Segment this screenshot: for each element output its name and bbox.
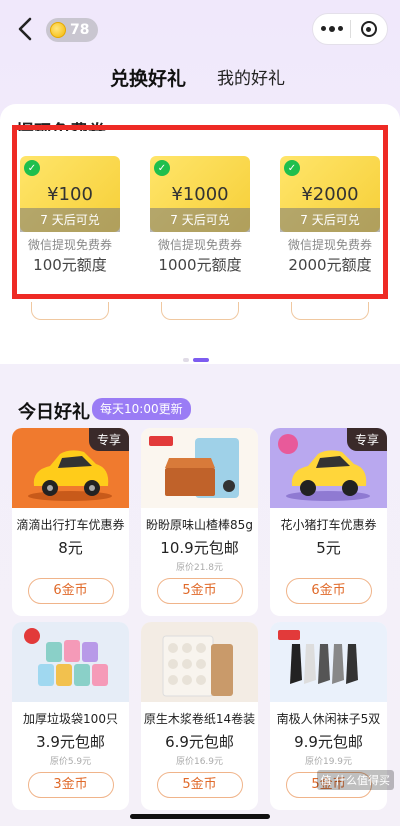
original-price: [12, 560, 129, 572]
coupon-amount: ¥2000: [301, 184, 359, 205]
snack-illustration: [149, 436, 239, 498]
toilet-paper-illustration: [162, 635, 233, 697]
product-title: 加厚垃圾袋100只: [23, 712, 118, 726]
wechat-icon: ✓: [154, 160, 170, 176]
pager-dot-active: [193, 358, 209, 362]
coupon-name: 微信提现免费券: [27, 238, 112, 252]
product-price: 6.9元包邮: [165, 733, 234, 751]
coupon-amount: ¥1000: [171, 184, 229, 205]
product-card[interactable]: 专享 滴滴出行打车优惠券 8元 6金币: [12, 428, 129, 616]
top-bar: 78: [0, 0, 400, 58]
original-price: [270, 560, 387, 572]
back-button[interactable]: [12, 14, 38, 44]
more-icon[interactable]: [313, 26, 350, 32]
coin-balance[interactable]: 78: [46, 18, 98, 42]
exclusive-tag: 专享: [88, 428, 129, 451]
coupon-quota: 2000元额度: [288, 256, 372, 274]
product-image: [270, 622, 387, 702]
original-price: 原价16.9元: [175, 757, 224, 767]
coupon-quota: 1000元额度: [158, 256, 242, 274]
product-price: 10.9元包邮: [160, 539, 239, 557]
coupon-card[interactable]: ✓ ¥1000 7 天后可兑 微信提现免费券 1000元额度: [144, 150, 256, 290]
coupon-name: 微信提现免费券: [287, 238, 372, 252]
product-price: 3.9元包邮: [36, 733, 105, 751]
product-price: 8元: [58, 539, 83, 557]
coupon-name: 微信提现免费券: [157, 238, 242, 252]
tab-my-gifts[interactable]: 我的好礼: [217, 64, 285, 89]
close-miniprogram-icon[interactable]: [351, 21, 387, 37]
product-card[interactable]: 原生木浆卷纸14卷装 6.9元包邮 原价16.9元 5金币: [141, 622, 258, 810]
tab-bar: 兑换好礼 我的好礼: [0, 64, 400, 94]
product-title: 滴滴出行打车优惠券: [16, 518, 125, 532]
product-price: 5元: [316, 539, 341, 557]
product-title: 花小猪打车优惠券: [280, 518, 377, 532]
exclusive-tag: 专享: [346, 428, 387, 451]
coupon-condition: 7 天后可兑: [20, 208, 120, 232]
wechat-icon: ✓: [284, 160, 300, 176]
coupon-condition: 7 天后可兑: [150, 208, 250, 232]
original-price: 原价19.9元: [304, 757, 353, 767]
pager-dot: [183, 358, 189, 362]
carousel-pager: [183, 358, 209, 362]
redeem-button[interactable]: 3金币: [27, 772, 114, 798]
redeem-button[interactable]: 5金币: [156, 578, 243, 604]
coupon-redeem-button[interactable]: [31, 302, 109, 320]
original-price: 原价21.8元: [175, 563, 224, 573]
coupon-condition: 7 天后可兑: [280, 208, 380, 232]
product-image: 专享: [270, 428, 387, 508]
product-image: 专享: [12, 428, 129, 508]
product-title: 南极人休闲袜子5双: [276, 712, 381, 726]
watermark: 值 什么值得买: [316, 770, 394, 790]
coupon-redeem-button[interactable]: [291, 302, 369, 320]
coupon-quota: 100元额度: [33, 256, 107, 274]
tab-redeem[interactable]: 兑换好礼: [110, 64, 186, 91]
product-image: [12, 622, 129, 702]
coin-icon: [50, 22, 66, 38]
redeem-button[interactable]: 5金币: [156, 772, 243, 798]
trash-bags-illustration: [24, 628, 108, 686]
redeem-button[interactable]: 6金币: [27, 578, 114, 604]
product-card[interactable]: 盼盼原味山楂棒85g 10.9元包邮 原价21.8元 5金币: [141, 428, 258, 616]
coupon-amount: ¥100: [47, 184, 93, 205]
coupon-redeem-button[interactable]: [161, 302, 239, 320]
product-image: [141, 428, 258, 508]
original-price: 原价5.9元: [49, 757, 92, 767]
coupon-card[interactable]: ✓ ¥100 7 天后可兑 微信提现免费券 100元额度: [14, 150, 126, 290]
product-title: 原生木浆卷纸14卷装: [143, 712, 256, 726]
section-title: 今日好礼: [18, 402, 90, 423]
coupon-card[interactable]: ✓ ¥2000 7 天后可兑 微信提现免费券 2000元额度: [274, 150, 386, 290]
miniprogram-capsule: [312, 13, 388, 45]
product-image: [141, 622, 258, 702]
redeem-button[interactable]: 6金币: [285, 578, 372, 604]
product-card[interactable]: 专享 花小猪打车优惠券 5元 6金币: [270, 428, 387, 616]
socks-illustration: [278, 630, 358, 684]
chevron-left-icon: [18, 17, 32, 41]
update-badge: 每天10:00更新: [92, 398, 191, 420]
product-card[interactable]: 加厚垃圾袋100只 3.9元包邮 原价5.9元 3金币: [12, 622, 129, 810]
product-price: 9.9元包邮: [294, 733, 363, 751]
coin-count: 78: [70, 22, 90, 38]
product-title: 盼盼原味山楂棒85g: [146, 518, 253, 532]
home-indicator[interactable]: [130, 814, 270, 819]
wechat-icon: ✓: [24, 160, 40, 176]
